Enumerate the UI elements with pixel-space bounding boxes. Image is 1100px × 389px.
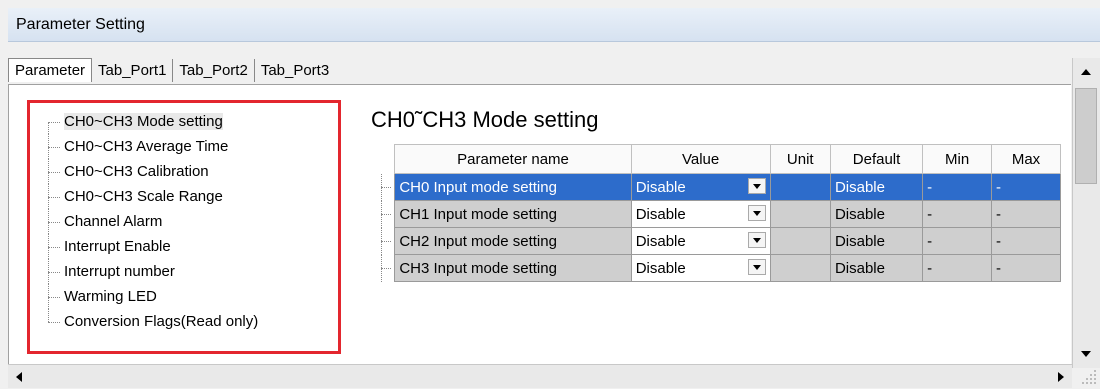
tree-connector <box>371 173 395 201</box>
parameter-table: Parameter name Value Unit Default Min Ma… <box>371 144 1061 282</box>
scroll-up-arrow-icon[interactable] <box>1075 60 1097 84</box>
cell-parameter-name: CH0 Input mode setting <box>394 173 632 201</box>
cell-min: - <box>922 200 993 228</box>
chevron-down-icon[interactable] <box>747 178 766 194</box>
scroll-left-arrow-icon[interactable] <box>10 367 30 387</box>
cell-min: - <box>922 173 993 201</box>
col-header-unit[interactable]: Unit <box>769 144 831 174</box>
table-row[interactable]: CH3 Input mode setting Disable Disable -… <box>371 254 1061 282</box>
tree-connector <box>371 227 395 255</box>
tab-port1[interactable]: Tab_Port1 <box>92 59 174 82</box>
cell-default: Disable <box>829 227 924 255</box>
cell-unit <box>769 200 831 228</box>
tree-item-calibration[interactable]: CH0~CH3 Calibration <box>44 159 258 184</box>
section-title: CH0˜CH3 Mode setting <box>371 107 599 132</box>
scroll-down-arrow-icon[interactable] <box>1075 342 1097 366</box>
scroll-right-arrow-icon[interactable] <box>1050 367 1070 387</box>
window-title: Parameter Setting <box>16 16 145 33</box>
tree-item-scale-range[interactable]: CH0~CH3 Scale Range <box>44 184 258 209</box>
cell-min: - <box>922 254 993 282</box>
cell-default: Disable <box>829 173 924 201</box>
table-row[interactable]: CH1 Input mode setting Disable Disable -… <box>371 200 1061 228</box>
cell-default: Disable <box>829 254 924 282</box>
parameter-setting-window: Parameter Setting Parameter Tab_Port1 Tab_… <box>0 0 1100 389</box>
value-dropdown[interactable]: Disable <box>630 200 771 228</box>
tree-item-mode-setting[interactable]: CH0~CH3 Mode setting <box>44 109 258 134</box>
horizontal-scrollbar[interactable] <box>8 364 1072 388</box>
cell-max: - <box>991 173 1061 201</box>
value-dropdown[interactable]: Disable <box>630 254 771 282</box>
cell-max: - <box>991 227 1061 255</box>
tab-port2[interactable]: Tab_Port2 <box>173 59 255 82</box>
chevron-down-icon[interactable] <box>747 205 766 221</box>
col-header-default[interactable]: Default <box>829 144 924 174</box>
tree-connector <box>371 200 395 228</box>
cell-parameter-name: CH3 Input mode setting <box>394 254 632 282</box>
cell-parameter-name: CH1 Input mode setting <box>394 200 632 228</box>
tab-bar: Parameter Tab_Port1 Tab_Port2 Tab_Port3 <box>8 58 335 84</box>
chevron-down-icon[interactable] <box>747 259 766 275</box>
tree-item-channel-alarm[interactable]: Channel Alarm <box>44 209 258 234</box>
cell-parameter-name: CH2 Input mode setting <box>394 227 632 255</box>
cell-max: - <box>991 254 1061 282</box>
tree-connector <box>371 254 395 282</box>
parameter-tree: CH0~CH3 Mode setting CH0~CH3 Average Tim… <box>27 100 341 354</box>
cell-max: - <box>991 200 1061 228</box>
tree-item-interrupt-enable[interactable]: Interrupt Enable <box>44 234 258 259</box>
col-header-value[interactable]: Value <box>630 144 771 174</box>
cell-min: - <box>922 227 993 255</box>
vertical-scroll-thumb[interactable] <box>1075 88 1097 184</box>
tree-item-conversion-flags[interactable]: Conversion Flags(Read only) <box>44 309 258 334</box>
vertical-scrollbar[interactable] <box>1072 58 1100 368</box>
cell-default: Disable <box>829 200 924 228</box>
chevron-down-icon[interactable] <box>747 232 766 248</box>
cell-unit <box>769 254 831 282</box>
content-panel: CH0~CH3 Mode setting CH0~CH3 Average Tim… <box>8 84 1071 365</box>
col-header-min[interactable]: Min <box>922 144 993 174</box>
value-dropdown[interactable]: Disable <box>630 227 771 255</box>
title-bar: Parameter Setting <box>8 8 1100 42</box>
table-row[interactable]: CH2 Input mode setting Disable Disable -… <box>371 227 1061 255</box>
tab-parameter[interactable]: Parameter <box>8 58 93 82</box>
tree-item-average-time[interactable]: CH0~CH3 Average Time <box>44 134 258 159</box>
tree-item-warming-led[interactable]: Warming LED <box>44 284 258 309</box>
tree-gutter-header <box>371 144 395 174</box>
col-header-max[interactable]: Max <box>991 144 1061 174</box>
cell-unit <box>769 227 831 255</box>
tree-item-interrupt-number[interactable]: Interrupt number <box>44 259 258 284</box>
table-row[interactable]: CH0 Input mode setting Disable Disable -… <box>371 173 1061 201</box>
value-dropdown[interactable]: Disable <box>630 173 771 201</box>
tab-port3[interactable]: Tab_Port3 <box>255 59 335 82</box>
cell-unit <box>769 173 831 201</box>
col-header-parameter-name[interactable]: Parameter name <box>394 144 632 174</box>
resize-grip-icon[interactable] <box>1078 366 1098 386</box>
